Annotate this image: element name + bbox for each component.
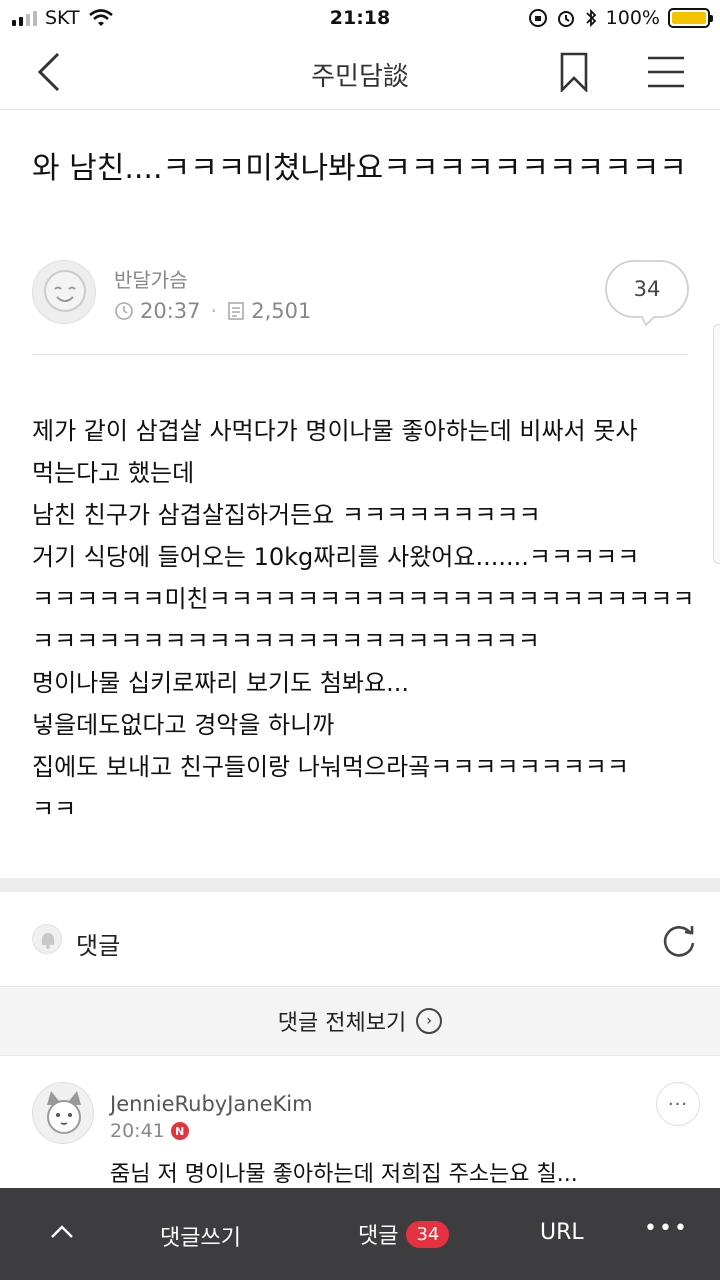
status-right: 100% bbox=[528, 7, 713, 29]
body-line: 넣을데도없다고 경악을 하니까 bbox=[32, 711, 335, 739]
write-comment-button[interactable]: 댓글쓰기 bbox=[160, 1220, 241, 1252]
body-line: 남친 친구가 삼겹살집하거든요 ㅋㅋㅋㅋㅋㅋㅋㅋㅋ bbox=[32, 501, 541, 529]
status-bar: SKT 21:18 100% bbox=[0, 0, 720, 36]
comment-more-button[interactable]: ··· bbox=[656, 1082, 700, 1126]
battery-percent: 100% bbox=[605, 7, 660, 29]
bottom-toolbar: 댓글쓰기 댓글 34 URL ••• bbox=[0, 1188, 720, 1280]
scroll-handle[interactable] bbox=[713, 324, 720, 564]
rotation-lock-icon bbox=[528, 9, 547, 27]
post-time: 20:37 bbox=[140, 299, 201, 323]
comments-button-label: 댓글 bbox=[358, 1224, 399, 1249]
post-title: 와 남친....ㅋㅋㅋ미쳤나봐요ㅋㅋㅋㅋㅋㅋㅋㅋㅋㅋㅋ bbox=[32, 151, 687, 186]
alarm-icon bbox=[557, 11, 574, 27]
comments-button[interactable]: 댓글 34 bbox=[358, 1218, 450, 1250]
post-body: 제가 같이 삼겹살 사먹다가 명이나물 좋아하는데 비싸서 못사 먹는다고 했는… bbox=[32, 410, 695, 830]
comment-count: 34 bbox=[633, 277, 661, 301]
scroll-top-chevron-icon[interactable] bbox=[48, 1218, 76, 1246]
commenter-name[interactable]: JennieRubyJaneKim bbox=[110, 1092, 313, 1116]
comment-count-bubble[interactable]: 34 bbox=[604, 259, 690, 327]
body-line: 집에도 보내고 친구들이랑 나눠먹으라곸ㅋㅋㅋㅋㅋㅋㅋㅋㅋ bbox=[32, 753, 629, 781]
commenter-avatar[interactable] bbox=[32, 1082, 94, 1144]
body-line: ㅋㅋㅋㅋㅋㅋㅋㅋㅋㅋㅋㅋㅋㅋㅋㅋㅋㅋㅋㅋㅋㅋㅋ bbox=[32, 627, 540, 655]
bluetooth-icon bbox=[586, 8, 596, 28]
section-divider bbox=[0, 878, 720, 892]
post-views: 2,501 bbox=[251, 299, 312, 323]
author-name[interactable]: 반달가슴 bbox=[114, 264, 188, 293]
author-avatar[interactable] bbox=[32, 260, 96, 324]
cat-avatar-icon bbox=[47, 1091, 81, 1134]
top-nav: 주민담談 bbox=[0, 36, 720, 110]
clock-icon bbox=[115, 302, 133, 320]
new-badge: N bbox=[170, 1122, 189, 1140]
post-meta: 20:37 · 2,501 bbox=[114, 299, 311, 323]
comment-text[interactable]: 줌님 저 명이나물 좋아하는데 저희집 주소는요 칠... bbox=[110, 1156, 578, 1188]
avatar-face-icon bbox=[44, 270, 86, 312]
views-icon bbox=[228, 302, 245, 320]
bell-icon[interactable] bbox=[32, 924, 62, 954]
body-line: ㅋㅋ bbox=[32, 795, 77, 823]
body-line: 제가 같이 삼겹살 사먹다가 명이나물 좋아하는데 비싸서 못사 bbox=[32, 417, 638, 445]
page-title: 주민담談 bbox=[311, 62, 409, 92]
comment-time-row: 20:41 N bbox=[110, 1120, 189, 1142]
comments-label: 댓글 bbox=[76, 932, 121, 960]
comment-time: 20:41 bbox=[110, 1120, 165, 1142]
body-line: 먹는다고 했는데 bbox=[32, 459, 195, 487]
url-button[interactable]: URL bbox=[540, 1220, 584, 1245]
body-line: ㅋㅋㅋㅋㅋㅋ미친ㅋㅋㅋㅋㅋㅋㅋㅋㅋㅋㅋㅋㅋㅋㅋㅋㅋㅋㅋㅋㅋㅋ bbox=[32, 585, 695, 613]
comment-count-badge: 34 bbox=[406, 1220, 450, 1248]
comment-item: JennieRubyJaneKim 20:41 N 줌님 저 명이나물 좋아하는… bbox=[0, 1056, 720, 1188]
comments-header: 댓글 bbox=[0, 892, 720, 986]
chevron-right-icon: › bbox=[416, 1008, 443, 1034]
body-line: 거기 식당에 들어오는 10kg짜리를 사왔어요.......ㅋㅋㅋㅋㅋ bbox=[32, 543, 640, 571]
more-options-icon[interactable]: ••• bbox=[644, 1216, 689, 1241]
view-all-comments-button[interactable]: 댓글 전체보기 › bbox=[0, 986, 720, 1056]
meta-separator: · bbox=[210, 299, 218, 323]
divider bbox=[32, 354, 688, 355]
refresh-icon[interactable] bbox=[660, 922, 698, 960]
view-all-label: 댓글 전체보기 bbox=[277, 1011, 407, 1036]
battery-icon bbox=[668, 8, 713, 28]
body-line: 명이나물 십키로짜리 보기도 첨봐요... bbox=[32, 669, 409, 697]
bookmark-icon[interactable] bbox=[558, 52, 590, 92]
menu-icon[interactable] bbox=[646, 54, 686, 90]
